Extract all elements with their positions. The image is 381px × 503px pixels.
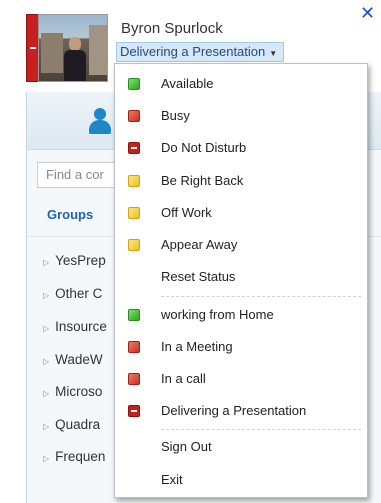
contacts-icon-head bbox=[94, 108, 106, 120]
menu-item-be-right-back[interactable]: Be Right Back bbox=[115, 168, 367, 194]
group-item[interactable]: ▷ YesPrep bbox=[43, 253, 106, 268]
expand-triangle-icon: ▷ bbox=[43, 454, 50, 463]
presence-dnd-icon bbox=[128, 142, 140, 154]
group-label: YesPrep bbox=[55, 253, 106, 268]
group-label: Quadra bbox=[55, 417, 101, 432]
menu-separator bbox=[161, 296, 361, 297]
menu-item-label: Delivering a Presentation bbox=[161, 403, 307, 418]
presence-away-icon bbox=[128, 239, 140, 251]
menu-item-label: Exit bbox=[161, 472, 183, 487]
lync-main-window: ✕ Byron Spurlock Delivering a Presentati… bbox=[0, 0, 381, 503]
expand-triangle-icon: ▷ bbox=[43, 422, 50, 431]
menu-item-label: Reset Status bbox=[161, 269, 236, 284]
presence-busy-icon bbox=[128, 110, 140, 122]
menu-item-exit[interactable]: Exit bbox=[115, 467, 367, 493]
presence-busy-icon bbox=[128, 373, 140, 385]
menu-item-in-a-meeting[interactable]: In a Meeting bbox=[115, 334, 367, 360]
menu-item-available[interactable]: Available bbox=[115, 71, 367, 97]
status-dropdown-button[interactable]: Delivering a Presentation ▼ bbox=[116, 42, 285, 62]
contacts-icon-body bbox=[89, 120, 111, 134]
menu-item-appear-away[interactable]: Appear Away bbox=[115, 232, 367, 258]
menu-separator bbox=[161, 429, 361, 430]
presence-busy-icon bbox=[128, 341, 140, 353]
menu-item-label: Sign Out bbox=[161, 439, 212, 454]
group-item[interactable]: ▷ Frequen bbox=[43, 449, 105, 464]
menu-item-label: Available bbox=[161, 76, 214, 91]
avatar-background-building bbox=[89, 25, 107, 75]
avatar-head bbox=[69, 37, 81, 51]
expand-triangle-icon: ▷ bbox=[43, 324, 50, 333]
group-label: Microso bbox=[55, 384, 103, 399]
status-label: Delivering a Presentation bbox=[120, 44, 266, 59]
group-item[interactable]: ▷ Other C bbox=[43, 286, 102, 301]
menu-item-label: Be Right Back bbox=[161, 173, 244, 188]
group-label: WadeW bbox=[55, 352, 103, 367]
presence-available-icon bbox=[128, 309, 140, 321]
group-item[interactable]: ▷ Quadra bbox=[43, 417, 100, 432]
menu-item-off-work[interactable]: Off Work bbox=[115, 200, 367, 226]
expand-triangle-icon: ▷ bbox=[43, 389, 50, 398]
chevron-down-icon: ▼ bbox=[269, 49, 278, 58]
group-label: Insource bbox=[55, 319, 107, 334]
menu-item-label: Off Work bbox=[161, 205, 212, 220]
group-label: Frequen bbox=[55, 449, 106, 464]
menu-item-working-from-home[interactable]: working from Home bbox=[115, 302, 367, 328]
status-menu: Available Busy Do Not Disturb Be Right B… bbox=[114, 63, 368, 498]
tab-groups[interactable]: Groups bbox=[47, 207, 93, 222]
contacts-icon[interactable] bbox=[87, 108, 113, 136]
menu-item-label: In a Meeting bbox=[161, 339, 233, 354]
menu-item-label: Do Not Disturb bbox=[161, 140, 247, 155]
menu-item-reset-status[interactable]: Reset Status bbox=[115, 264, 367, 290]
presence-available-icon bbox=[128, 78, 140, 90]
avatar-background-building bbox=[41, 33, 63, 73]
group-label: Other C bbox=[55, 286, 103, 301]
avatar[interactable] bbox=[38, 14, 108, 82]
menu-item-sign-out[interactable]: Sign Out bbox=[115, 434, 367, 460]
menu-item-label: Appear Away bbox=[161, 237, 238, 252]
avatar-torso bbox=[64, 50, 86, 81]
group-item[interactable]: ▷ Insource bbox=[43, 319, 107, 334]
avatar-person bbox=[63, 37, 87, 81]
group-item[interactable]: ▷ WadeW bbox=[43, 352, 103, 367]
presence-dnd-icon bbox=[128, 405, 140, 417]
menu-item-do-not-disturb[interactable]: Do Not Disturb bbox=[115, 135, 367, 161]
group-item[interactable]: ▷ Microso bbox=[43, 384, 102, 399]
expand-triangle-icon: ▷ bbox=[43, 357, 50, 366]
close-icon[interactable]: ✕ bbox=[360, 4, 375, 22]
presence-brb-icon bbox=[128, 175, 140, 187]
menu-item-delivering-a-presentation[interactable]: Delivering a Presentation bbox=[115, 398, 367, 424]
user-name: Byron Spurlock bbox=[121, 20, 223, 37]
menu-item-label: Busy bbox=[161, 108, 190, 123]
menu-item-in-a-call[interactable]: In a call bbox=[115, 366, 367, 392]
presence-offwork-icon bbox=[128, 207, 140, 219]
menu-item-label: In a call bbox=[161, 371, 206, 386]
expand-triangle-icon: ▷ bbox=[43, 291, 50, 300]
expand-triangle-icon: ▷ bbox=[43, 258, 50, 267]
presence-dnd-mark bbox=[30, 47, 36, 49]
menu-item-label: working from Home bbox=[161, 307, 274, 322]
menu-item-busy[interactable]: Busy bbox=[115, 103, 367, 129]
